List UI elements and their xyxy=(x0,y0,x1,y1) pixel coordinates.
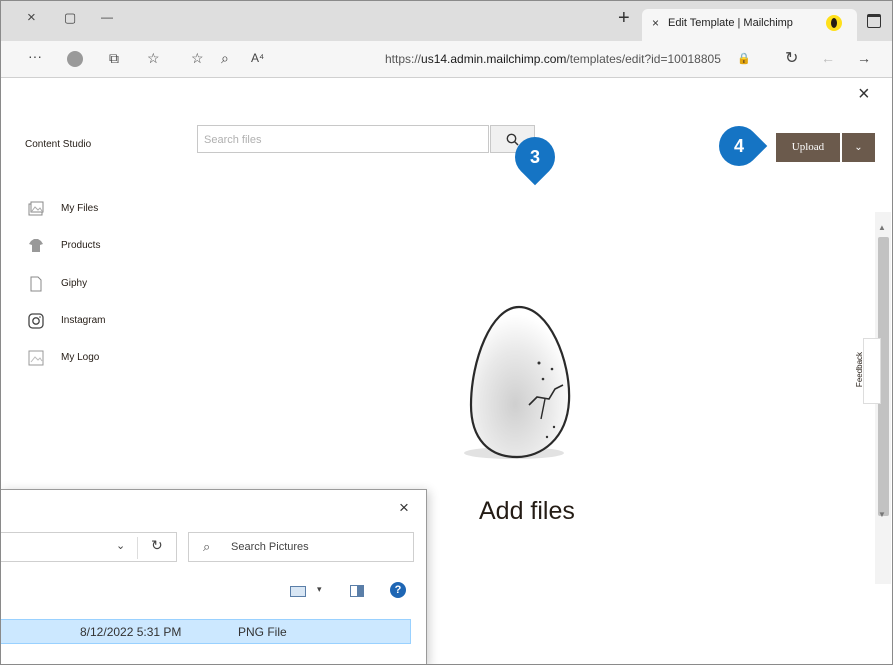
instagram-icon xyxy=(28,313,44,329)
sidebar-item-label: My Logo xyxy=(61,352,100,363)
file-row[interactable]: 8/12/2022 5:31 PM PNG File xyxy=(1,619,411,644)
new-tab-button[interactable]: + xyxy=(618,8,630,28)
upload-dropdown-button[interactable]: ⌄ xyxy=(842,133,875,162)
tab-actions-icon[interactable] xyxy=(867,14,881,28)
file-type: PNG File xyxy=(238,625,287,639)
read-aloud-icon[interactable]: A⁴ xyxy=(251,51,264,65)
modal-close-icon[interactable]: × xyxy=(858,83,870,106)
window-maximize-icon[interactable]: ▢ xyxy=(64,10,76,26)
url-path: /templates/edit?id=10018805 xyxy=(566,52,721,66)
sidebar-item-my-files[interactable]: My Files xyxy=(27,200,207,220)
search-files-input[interactable] xyxy=(202,128,486,152)
zoom-icon[interactable]: ⌕ xyxy=(221,50,229,67)
feedback-label: Feedback xyxy=(855,351,865,388)
address-bar[interactable]: https://us14.admin.mailchimp.com/templat… xyxy=(385,52,721,66)
sidebar-item-instagram[interactable]: Instagram xyxy=(27,312,207,332)
logo-image-icon xyxy=(28,350,44,366)
refresh-icon[interactable]: ↻ xyxy=(785,48,798,68)
file-date: 8/12/2022 5:31 PM xyxy=(80,625,182,639)
browser-tab[interactable]: × Edit Template | Mailchimp xyxy=(642,9,857,41)
window-minimize-icon[interactable]: — xyxy=(101,10,113,24)
search-pictures-field[interactable]: ⌕ Search Pictures xyxy=(188,532,414,562)
title-bar: × ▢ — + × Edit Template | Mailchimp xyxy=(1,1,892,41)
giphy-icon xyxy=(30,276,42,292)
folder-image-icon xyxy=(28,201,44,216)
browser-window: × ▢ — + × Edit Template | Mailchimp ··· … xyxy=(0,0,893,665)
sidebar-item-my-logo[interactable]: My Logo xyxy=(27,349,207,369)
folder-path-field[interactable]: ⌄ ↻ xyxy=(1,532,177,562)
scroll-down-icon[interactable]: ▼ xyxy=(878,510,886,519)
more-icon[interactable]: ··· xyxy=(28,48,42,64)
chevron-down-icon[interactable]: ⌄ xyxy=(116,539,125,552)
url-prefix: https:// xyxy=(385,52,422,66)
lock-icon[interactable]: 🔒 xyxy=(737,52,751,65)
help-icon[interactable]: ? xyxy=(390,582,406,598)
collections-icon[interactable]: ⧉ xyxy=(109,50,119,67)
sidebar-item-label: Products xyxy=(61,240,101,251)
forward-icon[interactable]: → xyxy=(857,50,871,66)
sidebar-item-giphy[interactable]: Giphy xyxy=(27,275,207,295)
search-icon xyxy=(506,133,519,146)
content-studio-title: Content Studio xyxy=(25,139,92,150)
view-dropdown-icon[interactable]: ▾ xyxy=(317,584,322,595)
chevron-down-icon: ⌄ xyxy=(854,142,863,153)
feedback-tab[interactable]: Feedback xyxy=(855,338,881,404)
window-close-icon[interactable]: × xyxy=(27,9,36,26)
back-icon[interactable]: ← xyxy=(821,50,835,66)
file-open-dialog: × ⌄ ↻ ⌕ Search Pictures ▾ ? 8/12/2022 5:… xyxy=(1,489,427,664)
add-favorite-icon[interactable]: ☆ xyxy=(191,50,204,67)
address-toolbar: ··· ⧉ ☆ ☆ ⌕ A⁴ https://us14.admin.mailch… xyxy=(1,41,892,78)
empty-state-text: Add files xyxy=(479,497,575,525)
search-icon: ⌕ xyxy=(203,539,211,554)
divider xyxy=(137,537,138,559)
sidebar-item-label: Giphy xyxy=(61,278,88,289)
tab-close-icon[interactable]: × xyxy=(652,16,659,30)
url-domain: us14.admin.mailchimp.com xyxy=(421,52,567,66)
search-files-field[interactable] xyxy=(197,125,489,153)
favorites-icon[interactable]: ☆ xyxy=(147,50,160,67)
profile-icon[interactable] xyxy=(67,51,83,67)
sidebar-item-label: My Files xyxy=(61,203,99,214)
scroll-up-icon[interactable]: ▲ xyxy=(878,223,886,232)
tab-title: Edit Template | Mailchimp xyxy=(668,17,793,29)
refresh-icon[interactable]: ↻ xyxy=(151,537,163,554)
dialog-close-icon[interactable]: × xyxy=(399,498,409,518)
view-options-icon[interactable] xyxy=(290,586,306,597)
sidebar-item-label: Instagram xyxy=(61,315,106,326)
shirt-icon xyxy=(29,239,43,252)
preview-pane-icon[interactable] xyxy=(350,585,364,597)
cracked-egg-illustration xyxy=(464,305,571,459)
upload-button[interactable]: Upload xyxy=(776,133,840,162)
mailchimp-favicon-icon xyxy=(826,15,842,31)
sidebar-item-products[interactable]: Products xyxy=(27,237,207,257)
search-pictures-placeholder: Search Pictures xyxy=(231,541,309,553)
